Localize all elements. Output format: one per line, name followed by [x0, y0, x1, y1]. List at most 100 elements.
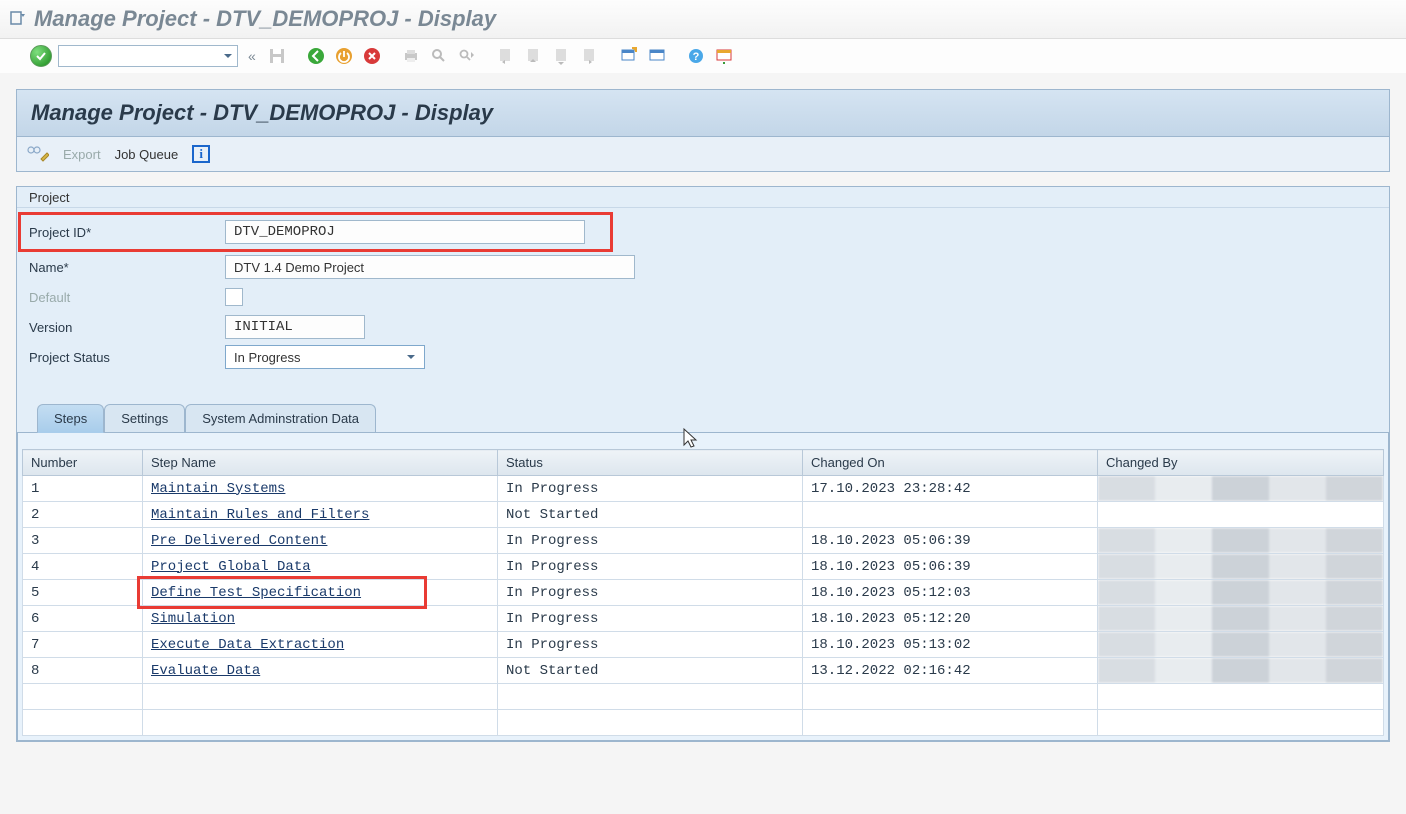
default-label: Default: [25, 290, 225, 305]
back-icon[interactable]: [305, 45, 327, 67]
print-icon[interactable]: [400, 45, 422, 67]
cell-number: 6: [23, 606, 143, 632]
table-row[interactable]: 5 Define Test Specification In Progress …: [23, 580, 1384, 606]
cell-status: In Progress: [498, 528, 803, 554]
prev-page-icon[interactable]: [523, 45, 545, 67]
cell-step[interactable]: Project Global Data: [143, 554, 498, 580]
cell-changed-on: 18.10.2023 05:06:39: [803, 554, 1098, 580]
status-select[interactable]: In Progress: [225, 345, 425, 369]
cell-changed-on: 13.12.2022 02:16:42: [803, 658, 1098, 684]
layout-icon[interactable]: [713, 45, 735, 67]
name-field[interactable]: DTV 1.4 Demo Project: [225, 255, 635, 279]
page-title: Manage Project - DTV_DEMOPROJ - Display: [31, 100, 1375, 126]
cell-number: 2: [23, 502, 143, 528]
svg-text:?: ?: [692, 51, 699, 63]
cell-status: Not Started: [498, 658, 803, 684]
export-link: Export: [63, 147, 101, 162]
cell-changed-on: 18.10.2023 05:12:03: [803, 580, 1098, 606]
app-menu-icon[interactable]: [10, 11, 26, 27]
window-title: Manage Project - DTV_DEMOPROJ - Display: [34, 6, 496, 32]
cell-changed-by: [1098, 528, 1384, 554]
cell-changed-by: [1098, 502, 1384, 528]
next-page-icon[interactable]: [551, 45, 573, 67]
table-row[interactable]: 1 Maintain Systems In Progress 17.10.202…: [23, 476, 1384, 502]
project-id-label: Project ID*: [25, 225, 225, 240]
dropdown-icon: [223, 51, 233, 61]
col-step[interactable]: Step Name: [143, 450, 498, 476]
version-field[interactable]: INITIAL: [225, 315, 365, 339]
table-row[interactable]: 6 Simulation In Progress 18.10.2023 05:1…: [23, 606, 1384, 632]
cancel-icon[interactable]: [361, 45, 383, 67]
toggle-edit-icon[interactable]: [27, 145, 49, 163]
cell-status: In Progress: [498, 476, 803, 502]
create-shortcut-icon[interactable]: [646, 45, 668, 67]
steps-table: Number Step Name Status Changed On Chang…: [22, 449, 1384, 736]
cell-status: In Progress: [498, 606, 803, 632]
cell-step[interactable]: Pre Delivered Content: [143, 528, 498, 554]
cell-changed-by: [1098, 658, 1384, 684]
cell-number: 1: [23, 476, 143, 502]
cell-step[interactable]: Define Test Specification: [143, 580, 498, 606]
collapse-toolbar-icon[interactable]: «: [244, 48, 260, 64]
col-changed-by[interactable]: Changed By: [1098, 450, 1384, 476]
project-id-highlight: Project ID* DTV_DEMOPROJ: [18, 212, 613, 252]
default-checkbox[interactable]: [225, 288, 243, 306]
tab-settings[interactable]: Settings: [104, 404, 185, 432]
cell-status: In Progress: [498, 580, 803, 606]
table-row[interactable]: 2 Maintain Rules and Filters Not Started: [23, 502, 1384, 528]
window-title-bar: Manage Project - DTV_DEMOPROJ - Display: [0, 0, 1406, 39]
table-row[interactable]: 4 Project Global Data In Progress 18.10.…: [23, 554, 1384, 580]
find-next-icon[interactable]: [456, 45, 478, 67]
command-field[interactable]: [58, 45, 238, 67]
cell-changed-by: [1098, 606, 1384, 632]
cell-step[interactable]: Evaluate Data: [143, 658, 498, 684]
find-icon[interactable]: [428, 45, 450, 67]
cell-number: 5: [23, 580, 143, 606]
cell-changed-by: [1098, 580, 1384, 606]
save-icon[interactable]: [266, 45, 288, 67]
cell-step[interactable]: Maintain Rules and Filters: [143, 502, 498, 528]
cell-changed-by: [1098, 632, 1384, 658]
version-label: Version: [25, 320, 225, 335]
tabs: Steps Settings System Adminstration Data: [17, 404, 1389, 432]
exit-icon[interactable]: [333, 45, 355, 67]
cell-status: In Progress: [498, 632, 803, 658]
enter-button[interactable]: [30, 45, 52, 67]
tab-steps[interactable]: Steps: [37, 404, 104, 433]
help-icon[interactable]: ?: [685, 45, 707, 67]
cell-changed-on: [803, 502, 1098, 528]
first-page-icon[interactable]: [495, 45, 517, 67]
col-changed-on[interactable]: Changed On: [803, 450, 1098, 476]
cell-step[interactable]: Execute Data Extraction: [143, 632, 498, 658]
new-session-icon[interactable]: [618, 45, 640, 67]
project-id-field[interactable]: DTV_DEMOPROJ: [225, 220, 585, 244]
cell-step[interactable]: Maintain Systems: [143, 476, 498, 502]
col-status[interactable]: Status: [498, 450, 803, 476]
table-row: [23, 684, 1384, 710]
status-value: In Progress: [234, 350, 300, 365]
name-label: Name*: [25, 260, 225, 275]
cell-step[interactable]: Simulation: [143, 606, 498, 632]
table-row[interactable]: 3 Pre Delivered Content In Progress 18.1…: [23, 528, 1384, 554]
cell-number: 8: [23, 658, 143, 684]
cell-status: Not Started: [498, 502, 803, 528]
table-row[interactable]: 8 Evaluate Data Not Started 13.12.2022 0…: [23, 658, 1384, 684]
info-icon[interactable]: i: [192, 145, 210, 163]
project-group: Project Project ID* DTV_DEMOPROJ Name* D…: [16, 186, 1390, 742]
table-row[interactable]: 7 Execute Data Extraction In Progress 18…: [23, 632, 1384, 658]
col-number[interactable]: Number: [23, 450, 143, 476]
cell-number: 3: [23, 528, 143, 554]
job-queue-link[interactable]: Job Queue: [115, 147, 179, 162]
last-page-icon[interactable]: [579, 45, 601, 67]
dropdown-icon: [406, 352, 416, 362]
tab-body: Number Step Name Status Changed On Chang…: [17, 432, 1389, 741]
cell-changed-on: 18.10.2023 05:13:02: [803, 632, 1098, 658]
app-toolbar: Export Job Queue i: [16, 137, 1390, 172]
status-label: Project Status: [25, 350, 225, 365]
cell-changed-on: 18.10.2023 05:12:20: [803, 606, 1098, 632]
cell-changed-by: [1098, 476, 1384, 502]
system-toolbar: « ?: [0, 39, 1406, 73]
tab-sysadmin[interactable]: System Adminstration Data: [185, 404, 376, 432]
cell-changed-by: [1098, 554, 1384, 580]
cell-changed-on: 18.10.2023 05:06:39: [803, 528, 1098, 554]
